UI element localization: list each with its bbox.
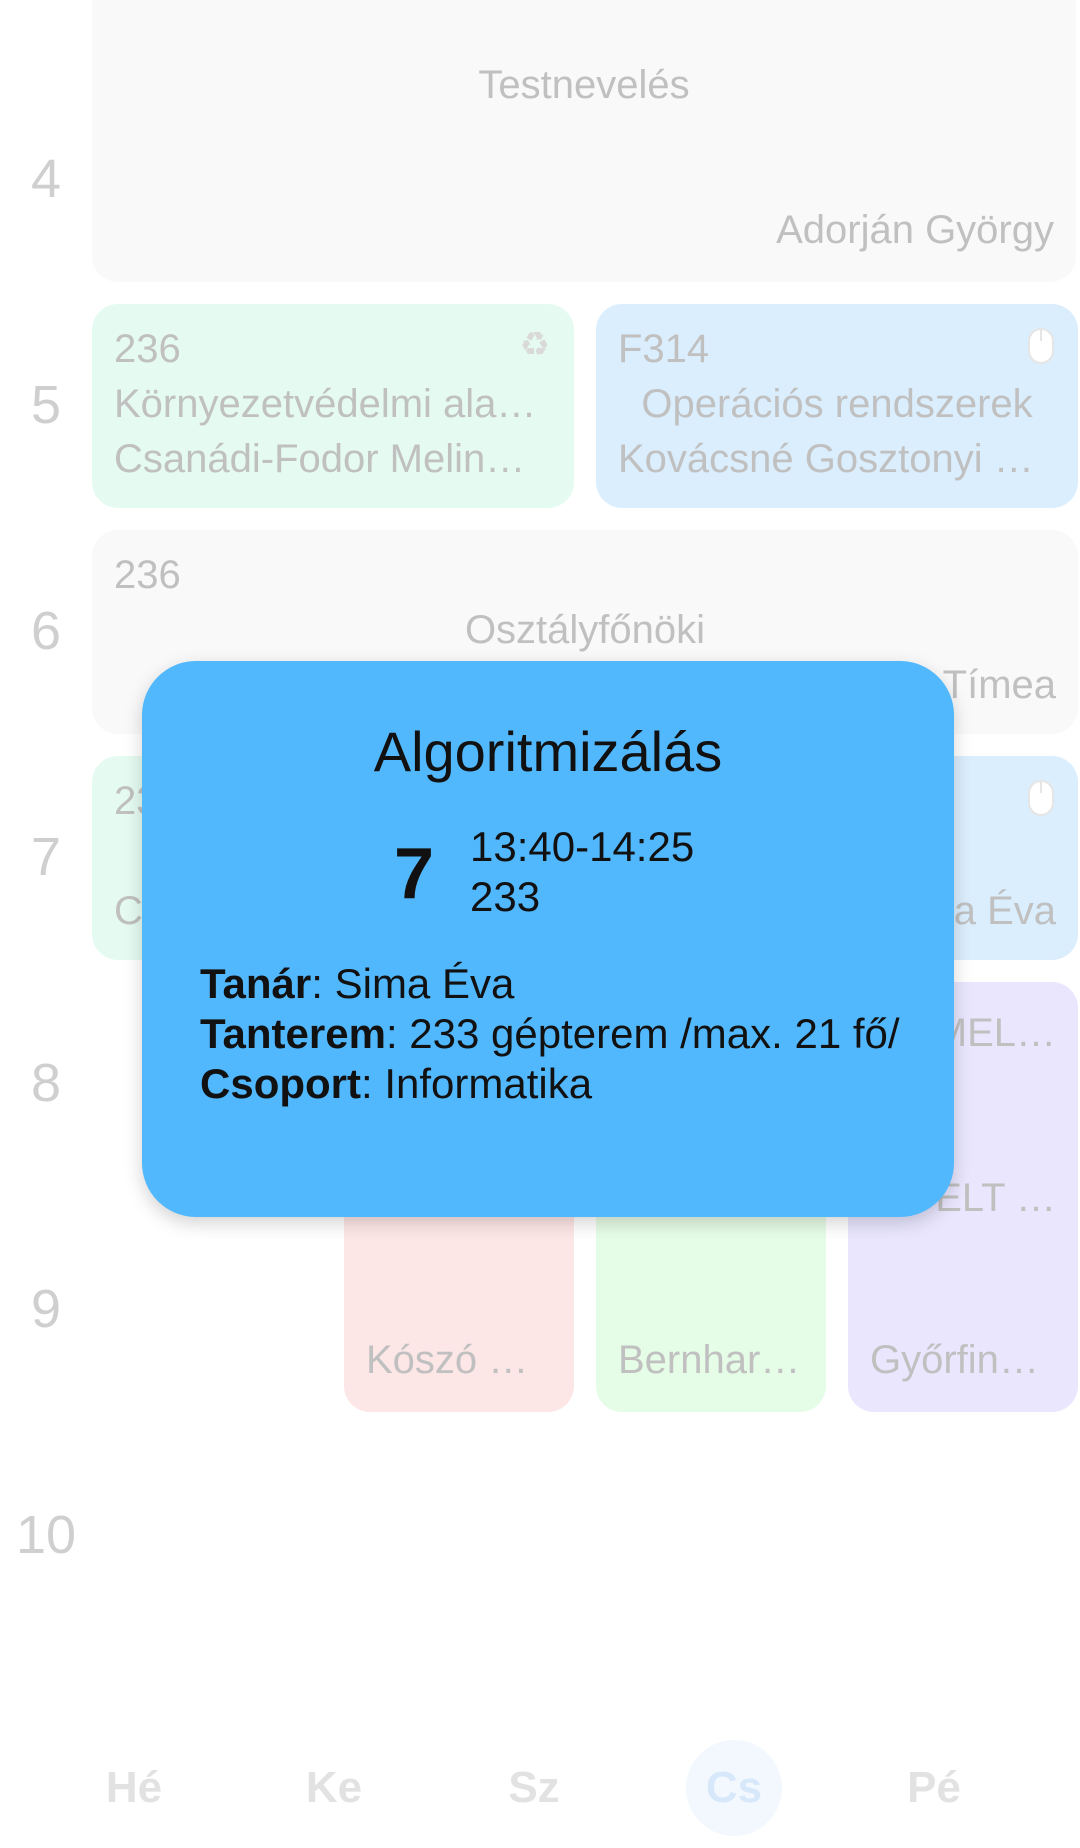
mouse-icon — [1028, 780, 1054, 822]
lesson-subject: Testnevelés — [478, 63, 690, 107]
group-label: Csoport — [200, 1060, 361, 1107]
row-number-9: 9 — [30, 1279, 62, 1339]
teacher-label: Tanár — [200, 960, 312, 1007]
lesson-card-testneveles[interactable]: Testnevelés Adorján György — [92, 0, 1076, 282]
lesson-teacher: Kovácsné Gosztonyi … — [618, 437, 1034, 481]
recycle-icon: ♻ — [519, 326, 550, 364]
lesson-card-kornyezetvedelmi[interactable]: 236 Környezetvédelmi ala… Csanádi-Fodor … — [92, 304, 574, 508]
nav-day-thursday[interactable]: Cs — [686, 1740, 782, 1836]
lesson-room: 236 — [114, 327, 181, 371]
classroom-value: : 233 gépterem /max. 21 fő/ — [385, 1010, 900, 1057]
group-value: : Informatika — [361, 1060, 593, 1107]
row-number-6: 6 — [30, 601, 62, 661]
mouse-icon — [1028, 328, 1054, 370]
day-navigation: Hé Ke Sz Cs Pé — [0, 1740, 1080, 1848]
nav-day-wednesday[interactable]: Sz — [486, 1740, 582, 1836]
row-number-10: 10 — [15, 1505, 77, 1565]
lesson-subject: Környezetvédelmi ala… — [114, 382, 537, 426]
lesson-card-operacios[interactable]: F314 Operációs rendszerek Kovácsné Goszt… — [596, 304, 1078, 508]
lesson-subject: Osztályfőnöki — [464, 608, 706, 652]
dialog-period-number: 7 — [394, 834, 435, 914]
dialog-room: 233 — [470, 873, 541, 920]
lesson-teacher: Adorján György — [776, 208, 1054, 252]
nav-day-tuesday[interactable]: Ke — [286, 1740, 382, 1836]
dialog-classroom-row: Tanterem: 233 gépterem /max. 21 fő/ — [200, 1009, 900, 1059]
lesson-teacher: Bernhar… — [618, 1338, 801, 1382]
lesson-room: 236 — [114, 553, 181, 597]
dialog-group-row: Csoport: Informatika — [200, 1059, 900, 1109]
row-number-5: 5 — [30, 375, 62, 435]
lesson-teacher: Győrfiné… — [870, 1338, 1056, 1382]
nav-day-friday[interactable]: Pé — [886, 1740, 982, 1836]
row-number-4: 4 — [30, 149, 62, 209]
row-number-7: 7 — [30, 827, 62, 887]
lesson-teacher: Csanádi-Fodor Melin… — [114, 437, 526, 481]
lesson-detail-dialog[interactable]: Algoritmizálás 7 13:40-14:25 233 Tanár: … — [142, 661, 954, 1217]
nav-day-monday[interactable]: Hé — [86, 1740, 182, 1836]
teacher-value: : Sima Éva — [311, 960, 515, 1007]
classroom-label: Tanterem — [200, 1010, 386, 1057]
dialog-title: Algoritmizálás — [373, 720, 723, 783]
dialog-details: Tanár: Sima Éva Tanterem: 233 gépterem /… — [200, 959, 900, 1109]
row-number-8: 8 — [30, 1053, 62, 1113]
lesson-teacher: Kószó K… — [366, 1338, 552, 1382]
lesson-subject: Operációs rendszerek — [641, 382, 1033, 426]
dialog-teacher-row: Tanár: Sima Éva — [200, 959, 900, 1009]
lesson-room: F314 — [618, 327, 710, 371]
dialog-time: 13:40-14:25 — [470, 823, 695, 870]
